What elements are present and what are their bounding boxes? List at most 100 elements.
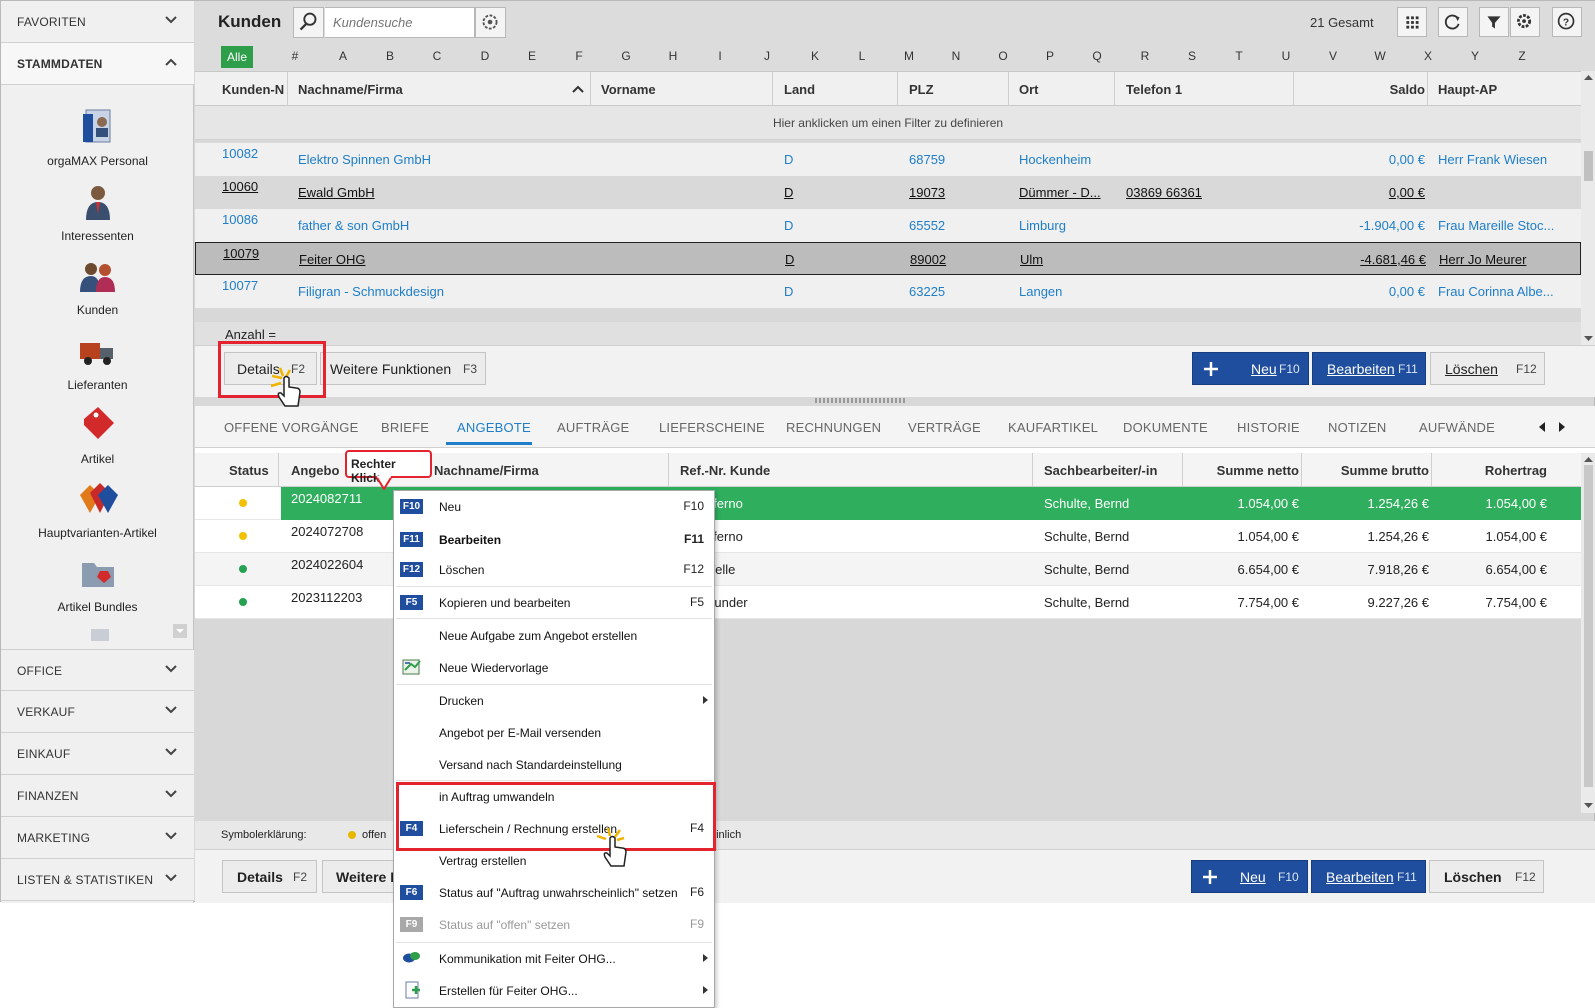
section-office[interactable]: OFFICE (1, 649, 194, 691)
tab-8[interactable]: DOKUMENTE (1123, 420, 1208, 435)
col-summe-brutto[interactable]: Summe brutto (1305, 463, 1429, 478)
col-telefon[interactable]: Telefon 1 (1126, 82, 1182, 97)
neu-button[interactable]: Neu F10 (1192, 352, 1309, 385)
menu-kommunikation[interactable]: Kommunikation mit Feiter OHG... (394, 943, 714, 974)
alpha-letter[interactable]: Y (1465, 49, 1485, 63)
bearbeiten-button-bottom[interactable]: Bearbeiten F11 (1311, 860, 1426, 893)
col-plz[interactable]: PLZ (909, 82, 934, 97)
alpha-letter[interactable]: E (522, 49, 542, 63)
section-stammdaten[interactable]: STAMMDATEN (1, 43, 194, 85)
nav-interessenten[interactable]: Interessenten (1, 182, 194, 243)
grid-view-button[interactable] (1397, 7, 1427, 37)
col-haupt-ap[interactable]: Haupt-AP (1438, 82, 1497, 97)
tabs-next-icon[interactable] (1557, 421, 1567, 433)
alpha-letter[interactable]: J (757, 49, 777, 63)
alpha-letter[interactable]: X (1418, 49, 1438, 63)
col-rohertrag[interactable]: Rohertrag (1435, 463, 1547, 478)
nav-artikel[interactable]: Artikel (1, 405, 194, 466)
alpha-letter[interactable]: Z (1512, 49, 1532, 63)
nav-hauptvarianten-artikel[interactable]: Hauptvarianten-Artikel (1, 479, 194, 540)
menu-neu[interactable]: F10 Neu F10 (394, 491, 714, 522)
alpha-letter[interactable]: L (852, 49, 872, 63)
table-row[interactable]: 10060 Ewald GmbH D 19073 Dümmer - D... 03869 … (195, 176, 1581, 209)
menu-versand[interactable]: Versand nach Standardeinstellung (394, 749, 714, 780)
alpha-letter[interactable]: G (616, 49, 636, 63)
nav-lieferanten[interactable]: Lieferanten (1, 331, 194, 392)
grid-scrollbar[interactable] (1581, 71, 1595, 346)
search-input[interactable] (325, 7, 475, 38)
table-row[interactable]: 10082 Elektro Spinnen GmbH D 68759 Hockenhei… (195, 143, 1581, 176)
offers-scrollbar[interactable] (1581, 453, 1595, 813)
tab-10[interactable]: NOTIZEN (1328, 420, 1386, 435)
alpha-letter[interactable]: K (805, 49, 825, 63)
section-favoriten[interactable]: FAVORITEN (1, 1, 194, 43)
loeschen-button-bottom[interactable]: Löschen F12 (1429, 860, 1544, 893)
table-row[interactable]: 10086 father & son GmbH D 65552 Limburg -1.90… (195, 209, 1581, 242)
alpha-letter[interactable]: D (475, 49, 495, 63)
nav-kunden[interactable]: Kunden (1, 256, 194, 317)
alpha-letter[interactable]: P (1040, 49, 1060, 63)
alpha-letter[interactable]: V (1323, 49, 1343, 63)
col-sachbearbeiter[interactable]: Sachbearbeiter/-in (1044, 463, 1157, 478)
menu-email[interactable]: Angebot per E-Mail versenden (394, 717, 714, 748)
col-ort[interactable]: Ort (1019, 82, 1039, 97)
menu-erstellen-fuer[interactable]: Erstellen für Feiter OHG... (394, 975, 714, 1006)
bearbeiten-button[interactable]: Bearbeiten F11 (1312, 352, 1426, 385)
alpha-letter[interactable]: T (1229, 49, 1249, 63)
scroll-up-icon[interactable] (1583, 455, 1594, 463)
weitere-funktionen-button[interactable]: Weitere Funktionen F3 (320, 352, 486, 385)
tab-0[interactable]: OFFENE VORGÄNGE (224, 420, 358, 435)
col-ref-nr[interactable]: Ref.-Nr. Kunde (680, 463, 770, 478)
menu-status-unwahrscheinlich[interactable]: F6 Status auf "Auftrag unwahrscheinlich" … (394, 877, 714, 908)
details-button-bottom[interactable]: Details F2 (222, 860, 317, 893)
weitere-funktionen-button-bottom[interactable]: Weitere F (322, 860, 402, 893)
col-status[interactable]: Status (229, 463, 269, 478)
alpha-letter[interactable]: A (333, 49, 353, 63)
alpha-letter[interactable]: I (710, 49, 730, 63)
alpha-letter[interactable]: O (993, 49, 1013, 63)
col-angebot[interactable]: Angebo (291, 463, 339, 478)
alpha-letter[interactable]: Q (1087, 49, 1107, 63)
menu-neue-aufgabe[interactable]: Neue Aufgabe zum Angebot erstellen (394, 620, 714, 651)
filter-row[interactable]: Hier anklicken um einen Filter zu defini… (195, 106, 1581, 140)
section-einkauf[interactable]: EINKAUF (1, 733, 194, 775)
alpha-letter[interactable]: M (899, 49, 919, 63)
tab-2[interactable]: ANGEBOTE (457, 420, 531, 435)
col-nachname-firma[interactable]: Nachname/Firma (434, 463, 539, 478)
search-settings-button[interactable] (475, 7, 506, 38)
section-marketing[interactable]: MARKETING (1, 817, 194, 859)
help-button[interactable]: ? (1552, 7, 1582, 37)
neu-button-bottom[interactable]: Neu F10 (1191, 860, 1308, 893)
tabs-prev-icon[interactable] (1537, 421, 1547, 433)
search-button[interactable] (293, 7, 324, 38)
alpha-letter[interactable]: B (380, 49, 400, 63)
alpha-letter[interactable]: R (1135, 49, 1155, 63)
tab-7[interactable]: KAUFARTIKEL (1008, 420, 1098, 435)
col-nachname-firma[interactable]: Nachname/Firma (298, 82, 403, 97)
tab-6[interactable]: VERTRÄGE (908, 420, 981, 435)
tab-5[interactable]: RECHNUNGEN (786, 420, 881, 435)
alpha-all[interactable]: Alle (221, 46, 253, 68)
menu-loeschen[interactable]: F12 Löschen F12 (394, 554, 714, 585)
alpha-letter[interactable]: # (285, 49, 305, 63)
section-finanzen[interactable]: FINANZEN (1, 775, 194, 817)
alpha-letter[interactable]: C (427, 49, 447, 63)
scroll-down-icon[interactable] (1583, 335, 1594, 343)
table-row[interactable]: 10079 Feiter OHG D 89002 Ulm -4.681,46 € Herr … (195, 242, 1581, 275)
menu-bearbeiten[interactable]: F11 Bearbeiten F11 (394, 524, 714, 555)
scroll-down-icon[interactable] (173, 624, 187, 638)
filter-button[interactable] (1479, 7, 1509, 37)
col-kunden-nr[interactable]: Kunden-N (222, 82, 284, 97)
nav-orgamax-personal[interactable]: orgaMAX Personal (1, 107, 194, 168)
loeschen-button[interactable]: Löschen F12 (1430, 352, 1545, 385)
table-row[interactable]: 10077 Filigran - Schmuckdesign D 63225 Lange… (195, 275, 1581, 308)
menu-drucken[interactable]: Drucken (394, 685, 714, 716)
refresh-button[interactable] (1438, 7, 1468, 37)
col-vorname[interactable]: Vorname (601, 82, 656, 97)
section-verkauf[interactable]: VERKAUF (1, 691, 194, 733)
nav-artikel-bundles[interactable]: Artikel Bundles (1, 553, 194, 614)
col-summe-netto[interactable]: Summe netto (1185, 463, 1299, 478)
menu-kopieren[interactable]: F5 Kopieren und bearbeiten F5 (394, 587, 714, 618)
scroll-up-icon[interactable] (1583, 73, 1594, 81)
alpha-letter[interactable]: N (946, 49, 966, 63)
